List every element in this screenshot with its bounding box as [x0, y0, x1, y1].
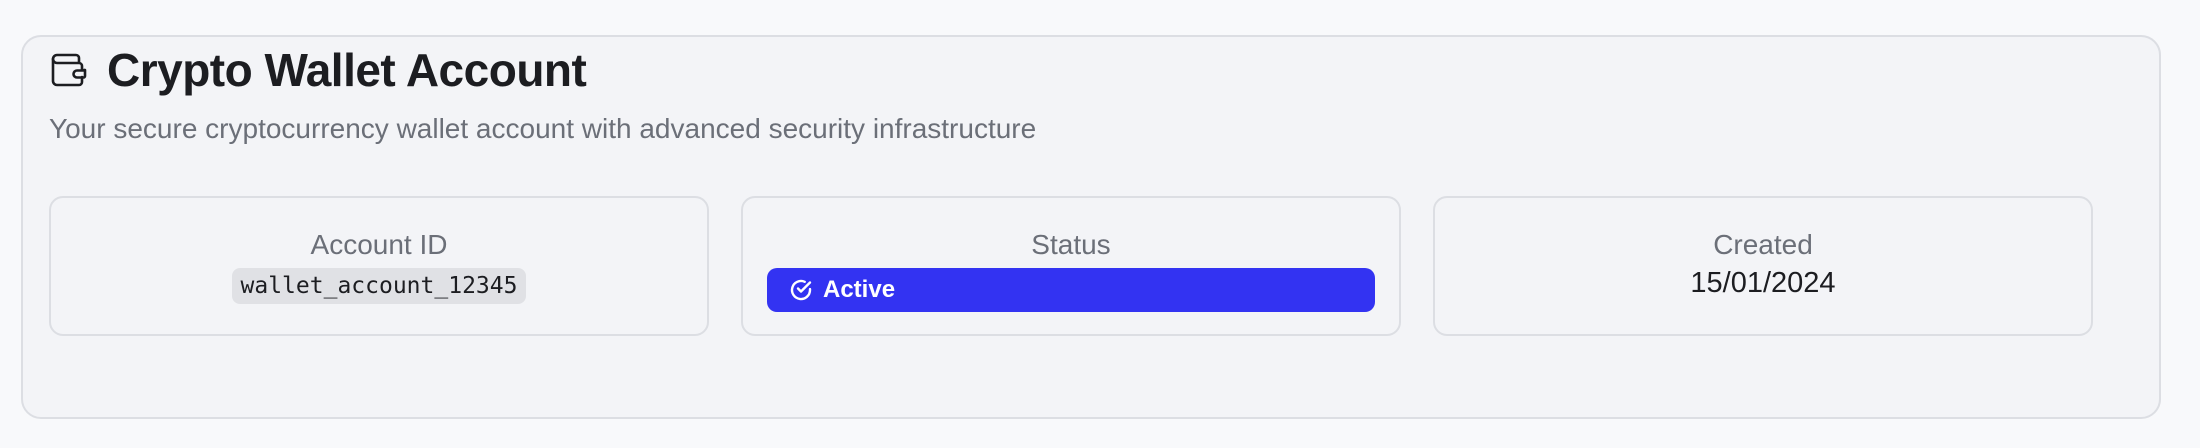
status-stat: Status Active [741, 196, 1401, 336]
account-id-stat: Account ID wallet_account_12345 [49, 196, 709, 336]
status-badge: Active [767, 267, 1375, 312]
wallet-icon [49, 50, 89, 90]
status-label: Status [1031, 229, 1111, 260]
created-stat: Created 15/01/2024 [1433, 196, 2093, 336]
created-date: 15/01/2024 [1690, 266, 1836, 299]
page-subtitle: Your secure cryptocurrency wallet accoun… [49, 113, 1037, 144]
page-title: Crypto Wallet Account [107, 44, 587, 96]
created-label: Created [1713, 229, 1813, 260]
check-circle-icon [789, 278, 813, 302]
card-header: Crypto Wallet Account [49, 44, 587, 96]
account-stats: Account ID wallet_account_12345 Status A… [49, 196, 2093, 336]
account-id-value: wallet_account_12345 [231, 267, 527, 304]
account-id-label: Account ID [310, 229, 448, 260]
status-value: Active [823, 275, 896, 303]
